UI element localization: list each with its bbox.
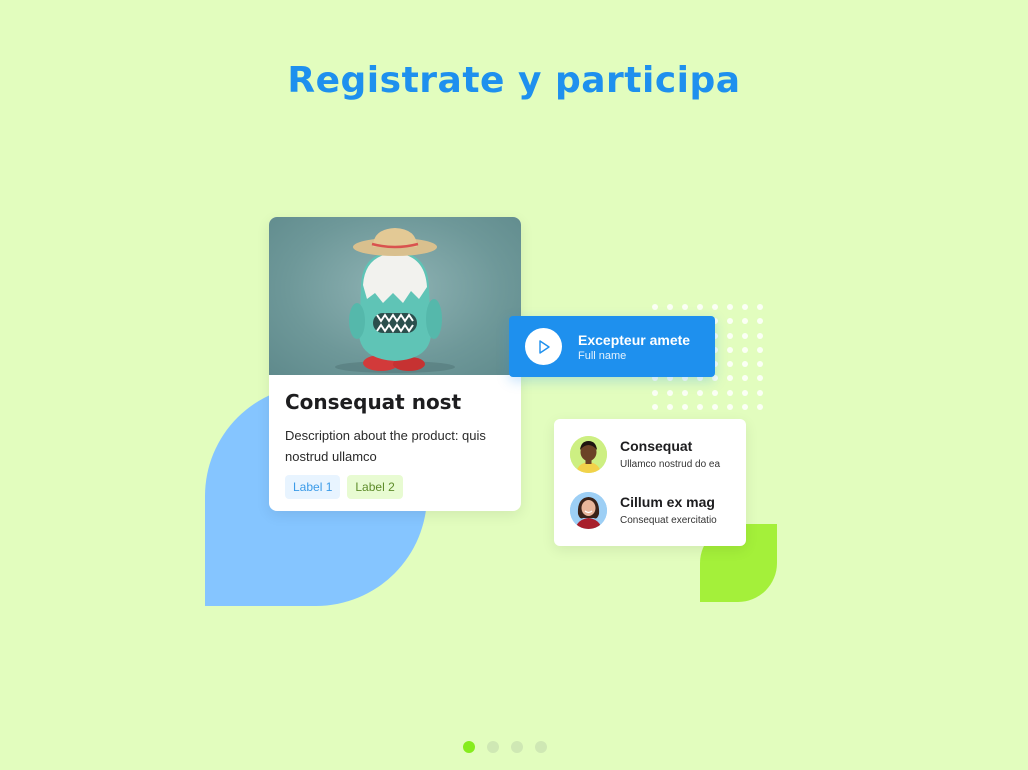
person-name: Consequat — [620, 438, 693, 454]
play-button[interactable] — [525, 328, 562, 365]
person-description: Consequat exercitatio — [620, 515, 717, 526]
product-title: Consequat nost — [285, 390, 462, 414]
play-icon — [538, 339, 550, 354]
carousel-pagination — [463, 741, 547, 753]
pagination-dot-4[interactable] — [535, 741, 547, 753]
product-card[interactable]: Consequat nost Description about the pro… — [269, 217, 521, 511]
list-item[interactable]: Consequat Ullamco nostrud do ea — [570, 436, 740, 476]
list-item[interactable]: Cillum ex mag Consequat exercitatio — [570, 492, 740, 532]
product-tags: Label 1 Label 2 — [285, 475, 403, 499]
person-name: Cillum ex mag — [620, 494, 715, 510]
tag-label-2[interactable]: Label 2 — [347, 475, 403, 499]
avatar — [570, 492, 607, 529]
avatar — [570, 436, 607, 473]
tag-label-1[interactable]: Label 1 — [285, 475, 341, 499]
video-card[interactable]: Excepteur amete Full name — [509, 316, 715, 377]
video-subtitle: Full name — [578, 350, 627, 362]
person-description: Ullamco nostrud do ea — [620, 459, 721, 470]
video-title: Excepteur amete — [578, 332, 691, 348]
product-image — [269, 217, 521, 375]
people-card: Consequat Ullamco nostrud do ea Cillum e… — [554, 419, 746, 546]
monster-toy-illustration — [335, 228, 455, 373]
pagination-dot-3[interactable] — [511, 741, 523, 753]
product-description: Description about the product: quis nost… — [285, 428, 486, 464]
page-title: Registrate y participa — [287, 60, 741, 101]
pagination-dot-1[interactable] — [463, 741, 475, 753]
pagination-dot-2[interactable] — [487, 741, 499, 753]
